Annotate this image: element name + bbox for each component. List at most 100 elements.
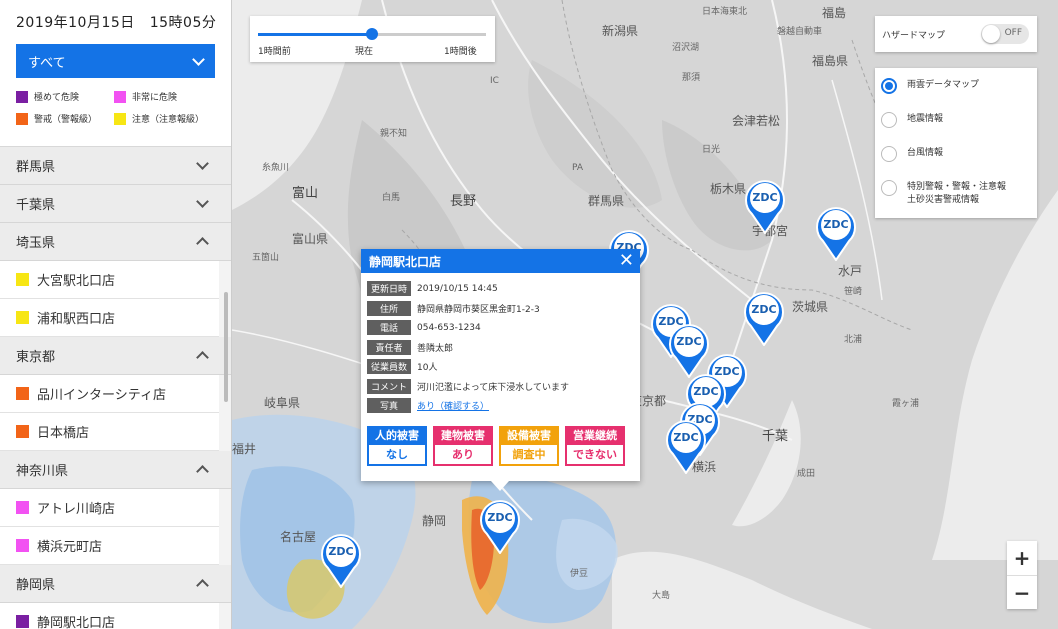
- prefecture-header[interactable]: 神奈川県: [0, 451, 231, 489]
- store-list-item[interactable]: 大宮駅北口店: [0, 261, 219, 299]
- risk-swatch: [16, 387, 29, 400]
- store-name: 浦和駅西口店: [37, 312, 116, 327]
- map-place-label: 千葉: [762, 429, 789, 444]
- store-group-list: 群馬県千葉県埼玉県大宮駅北口店浦和駅西口店東京都品川インターシティ店 日本橋店神奈…: [0, 147, 231, 629]
- status-badge: 人的被害 なし: [367, 425, 427, 466]
- store-list-item[interactable]: アトレ川崎店: [0, 489, 219, 527]
- prefecture-header[interactable]: 埼玉県: [0, 223, 231, 261]
- map-place-label: 会津若松: [732, 114, 781, 128]
- timeline-label-now: 現在: [355, 47, 374, 57]
- map-place-label: 五箇山: [252, 253, 280, 263]
- radio-button[interactable]: [881, 146, 897, 162]
- map-place-label: 静岡: [422, 514, 447, 528]
- timeline-slider[interactable]: 1時間前 現在 1時間後: [250, 16, 495, 62]
- store-list-item[interactable]: 品川インターシティ店: [0, 375, 219, 413]
- store-list-item[interactable]: 静岡駅北口店: [0, 603, 219, 629]
- map-place-label: 群馬県: [588, 194, 625, 208]
- store-map-pin[interactable]: ZDC: [478, 498, 522, 554]
- zoom-in-button[interactable]: +: [1007, 541, 1037, 575]
- filter-select[interactable]: すべて: [16, 44, 215, 78]
- prefecture-name: 東京都: [16, 350, 56, 365]
- sidebar-header: 2019年10月15日 15時05分 すべて 極めて危険 非常に危険 警戒（警報級）…: [0, 0, 231, 147]
- map-place-label: 磐越自動車: [777, 27, 823, 37]
- photo-link[interactable]: あり（確認する）: [417, 399, 489, 412]
- prefecture-name: 千葉県: [16, 198, 56, 213]
- radio-button[interactable]: [881, 78, 897, 94]
- map-place-label: 糸魚川: [262, 163, 290, 173]
- chevron-down-icon: [196, 195, 209, 208]
- close-icon[interactable]: ✕: [619, 252, 634, 270]
- detail-row: 電話 054-653-1234: [367, 318, 640, 338]
- date-text: 2019年10月15日: [16, 15, 135, 31]
- layer-option[interactable]: 特別警報・警報・注意報 土砂災害警戒情報: [875, 180, 1037, 214]
- detail-key: 電話: [367, 320, 411, 336]
- hazard-map-label: ハザードマップ: [882, 30, 946, 41]
- popup-tail: [491, 481, 509, 491]
- store-name: 品川インターシティ店: [37, 388, 166, 403]
- hazard-map-toggle[interactable]: OFF: [981, 24, 1029, 44]
- status-title: 建物被害: [433, 425, 493, 445]
- radio-button[interactable]: [881, 112, 897, 128]
- map-place-label: IC: [490, 76, 499, 86]
- store-map-pin[interactable]: ZDC: [814, 205, 858, 261]
- layer-option[interactable]: 台風情報: [875, 146, 1037, 180]
- zoom-out-button[interactable]: −: [1007, 575, 1037, 609]
- store-map-pin[interactable]: ZDC: [664, 418, 708, 474]
- popup-header: 静岡駅北口店 ✕: [361, 249, 640, 273]
- map-place-label: 伊豆: [570, 569, 589, 579]
- map-place-label: 笹崎: [844, 287, 863, 297]
- detail-value: 10人: [417, 363, 438, 374]
- map-place-label: 福井: [232, 442, 257, 456]
- radio-button[interactable]: [881, 180, 897, 196]
- status-title: 設備被害: [499, 425, 559, 445]
- map-place-label: 白馬: [382, 193, 401, 203]
- prefecture-header[interactable]: 群馬県: [0, 147, 231, 185]
- status-badge: 建物被害 あり: [433, 425, 493, 466]
- store-list-item[interactable]: 横浜元町店: [0, 527, 219, 565]
- map-view[interactable]: 新潟県 福島 日本海東北 磐越自動車 沼沢湖 会津若松 福島県 富山 長野 群馬県 栃木県 宇都宮 水戸…: [232, 0, 1058, 629]
- datetime: 2019年10月15日 15時05分: [16, 12, 216, 32]
- pin-label: ZDC: [487, 511, 513, 524]
- sidebar-scrollbar[interactable]: [224, 292, 228, 402]
- store-map-pin[interactable]: ZDC: [319, 532, 363, 588]
- legend-label: 警戒（警報級）: [34, 115, 98, 125]
- prefecture-name: 静岡県: [16, 578, 56, 593]
- chevron-up-icon: [196, 465, 209, 478]
- timeline-track[interactable]: [258, 28, 486, 40]
- store-name: 横浜元町店: [37, 540, 103, 555]
- layer-label: 台風情報: [907, 148, 944, 158]
- store-name: 日本橋店: [37, 426, 90, 441]
- store-map-pin[interactable]: ZDC: [742, 290, 786, 346]
- risk-legend: 極めて危険 非常に危険 警戒（警報級） 注意（注意報級）: [16, 90, 215, 125]
- prefecture-header[interactable]: 東京都: [0, 337, 231, 375]
- legend-item: 非常に危険: [114, 90, 214, 103]
- store-map-pin[interactable]: ZDC: [743, 178, 787, 234]
- layer-option[interactable]: 雨雲データマップ: [875, 78, 1037, 112]
- risk-swatch: [16, 539, 29, 552]
- prefecture-name: 埼玉県: [16, 236, 56, 251]
- detail-value: 2019/10/15 14:45: [417, 283, 498, 294]
- store-name: 静岡駅北口店: [37, 616, 116, 629]
- timeline-handle[interactable]: [366, 28, 378, 40]
- map-place-label: 那須: [682, 73, 701, 83]
- map-place-label: 岐阜県: [264, 396, 301, 410]
- layer-label: 雨雲データマップ: [907, 80, 980, 90]
- zoom-control: + −: [1007, 541, 1037, 609]
- map-place-label: 北浦: [844, 335, 863, 345]
- timeline-label-past: 1時間前: [258, 47, 291, 57]
- chevron-up-icon: [196, 579, 209, 592]
- damage-status: 人的被害 なし 建物被害 あり 設備被害 調査中 営業継続 できない: [367, 425, 640, 466]
- map-place-label: 霞ヶ浦: [892, 399, 920, 409]
- pin-label: ZDC: [751, 303, 777, 316]
- layer-option[interactable]: 地震情報: [875, 112, 1037, 146]
- chevron-up-icon: [196, 237, 209, 250]
- store-list-item[interactable]: 浦和駅西口店: [0, 299, 219, 337]
- detail-row: 責任者 善隣太郎: [367, 338, 640, 358]
- prefecture-header[interactable]: 静岡県: [0, 565, 231, 603]
- layer-selector: 雨雲データマップ 地震情報台風情報特別警報・警報・注意報 土砂災害警戒情報: [875, 68, 1037, 218]
- layer-label: 地震情報: [907, 114, 944, 124]
- prefecture-header[interactable]: 千葉県: [0, 185, 231, 223]
- legend-swatch: [114, 90, 126, 103]
- pin-label: ZDC: [693, 385, 719, 398]
- store-list-item[interactable]: 日本橋店: [0, 413, 219, 451]
